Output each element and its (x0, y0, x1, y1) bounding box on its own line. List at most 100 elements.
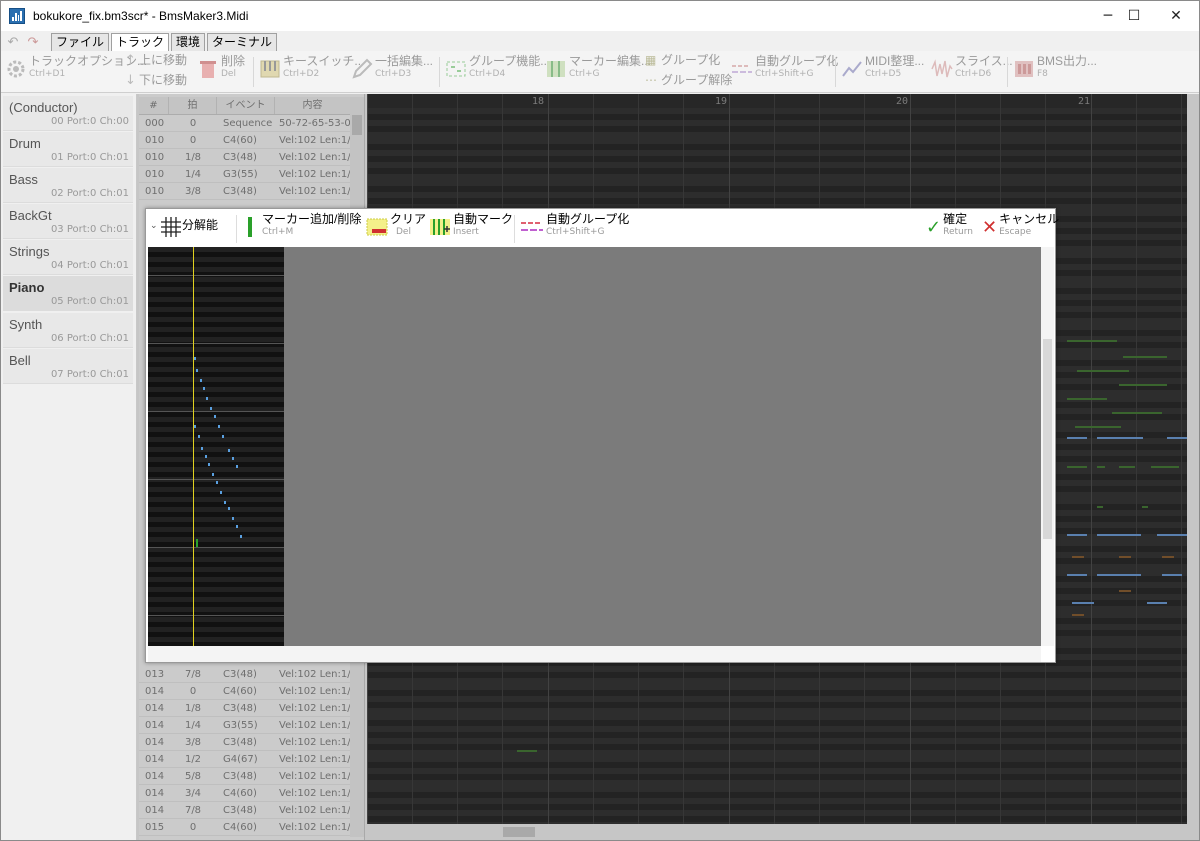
menu-tab-track[interactable]: トラック (111, 33, 170, 51)
track-info: 03 Port:0 Ch:01 (50, 224, 129, 235)
auto-mark-button[interactable]: 自動マーク Insert (429, 212, 513, 244)
preview-note (232, 517, 234, 520)
clear-button[interactable]: クリア Del (366, 212, 426, 244)
menu-tab-environment[interactable]: 環境 (171, 33, 206, 51)
track-name: Bell (9, 353, 31, 368)
track-item-bass[interactable]: Bass 02 Port:0 Ch:01 (3, 168, 133, 203)
keyboard-icon (260, 60, 280, 78)
preview-note (236, 465, 238, 468)
track-item-strings[interactable]: Strings 04 Port:0 Ch:01 (3, 240, 133, 275)
title-bar: bokukore_fix.bm3scr* - BmsMaker3.Midi ─ … (1, 1, 1199, 31)
bulk-edit-button[interactable]: 一括編集... Ctrl+D3 (351, 54, 433, 90)
dialog-toolbar-divider (514, 215, 515, 243)
bms-output-button[interactable]: BMS出力... F8 (1013, 54, 1097, 90)
add-remove-marker-shortcut: Ctrl+M (262, 227, 294, 237)
add-remove-marker-button[interactable]: マーカー追加/削除 Ctrl+M (242, 212, 361, 244)
undo-icon[interactable]: ↶ (5, 35, 21, 51)
scrollbar-thumb[interactable] (1043, 339, 1052, 539)
delete-shortcut: Del (221, 69, 236, 79)
group-function-label: グループ機能... (469, 54, 551, 68)
maximize-button[interactable]: ☐ (1111, 1, 1157, 31)
confirm-label: 確定 (943, 212, 968, 226)
delete-button[interactable]: 削除 Del (197, 54, 245, 90)
ungroup-button[interactable]: ⋯ グループ解除 (645, 73, 732, 91)
bms-output-label: BMS出力... (1037, 54, 1098, 68)
track-item-backgt[interactable]: BackGt 03 Port:0 Ch:01 (3, 204, 133, 239)
dialog-vertical-scrollbar[interactable] (1041, 247, 1054, 646)
group-function-button[interactable]: グループ機能... Ctrl+D4 (445, 54, 550, 90)
track-item-conductor[interactable]: (Conductor) 00 Port:0 Ch:00 (3, 96, 133, 131)
auto-group-dialog-button[interactable]: 自動グループ化 Ctrl+Shift+G (520, 212, 629, 244)
track-info: 06 Port:0 Ch:01 (50, 333, 129, 344)
confirm-button[interactable]: ✓ 確定 Return (926, 212, 973, 244)
menu-bar: ↶ ↷ ファイル トラック 環境 ターミナル (1, 31, 1199, 51)
pencil-icon (352, 58, 373, 79)
gear-icon (7, 60, 25, 78)
menu-tab-terminal[interactable]: ターミナル (207, 33, 278, 51)
auto-group-button[interactable]: 自動グループ化 Ctrl+Shift+G (731, 54, 838, 90)
move-down-label: 下に移動 (139, 73, 188, 87)
toolbar-divider (835, 57, 836, 87)
delete-label: 削除 (221, 54, 246, 68)
track-info: 02 Port:0 Ch:01 (50, 188, 129, 199)
move-up-button[interactable]: ↑ 上に移動 (125, 53, 187, 71)
marker-editor-dialog: ⌄ 分解能 マーカー追加/削除 Ctrl+M クリア Del 自動マーク Insert… (145, 208, 1059, 663)
marker-edit-label: マーカー編集... (569, 54, 652, 68)
marker-preview-roll[interactable] (148, 247, 284, 646)
cancel-shortcut: Escape (999, 227, 1032, 237)
preview-note (201, 447, 203, 450)
preview-note (228, 507, 230, 510)
clear-icon (366, 218, 388, 236)
preview-note (210, 407, 212, 410)
playback-marker[interactable] (193, 247, 194, 646)
waveform-icon (931, 59, 953, 78)
app-icon (9, 8, 25, 24)
slice-label: スライス... (955, 54, 1013, 68)
menu-tab-file[interactable]: ファイル (51, 33, 110, 51)
bulk-edit-shortcut: Ctrl+D3 (375, 69, 412, 79)
track-info: 01 Port:0 Ch:01 (50, 152, 129, 163)
slice-button[interactable]: スライス... Ctrl+D6 (931, 54, 1013, 90)
preview-note (224, 501, 226, 504)
track-item-drum[interactable]: Drum 01 Port:0 Ch:01 (3, 132, 133, 167)
cancel-x-icon: ✕ (982, 217, 998, 238)
redo-icon[interactable]: ↷ (25, 35, 41, 51)
preview-note (218, 425, 220, 428)
preview-divider (148, 615, 284, 616)
preview-note (232, 457, 234, 460)
group-icon (446, 61, 466, 77)
preview-divider (148, 275, 284, 276)
resolution-dropdown[interactable]: ⌄ 分解能 (150, 212, 218, 244)
group-label: グループ化 (661, 53, 721, 67)
trash-icon (200, 61, 216, 78)
track-item-bell[interactable]: Bell 07 Port:0 Ch:01 (3, 349, 133, 384)
track-name: Strings (9, 244, 50, 259)
cancel-button[interactable]: ✕ キャンセル Escape (982, 212, 1059, 244)
track-item-piano[interactable]: Piano 05 Port:0 Ch:01 (3, 276, 133, 311)
group-function-shortcut: Ctrl+D4 (469, 69, 506, 79)
close-button[interactable]: ✕ (1153, 1, 1199, 31)
group-button[interactable]: ▦ グループ化 (645, 53, 720, 71)
preview-divider (148, 411, 284, 412)
track-item-synth[interactable]: Synth 06 Port:0 Ch:01 (3, 313, 133, 348)
auto-group-label: 自動グループ化 (755, 54, 839, 68)
midi-arrange-label: MIDI整理... (865, 54, 925, 68)
midi-arrange-icon (842, 61, 862, 77)
move-down-button[interactable]: ↓ 下に移動 (125, 73, 187, 91)
auto-group-dialog-shortcut: Ctrl+Shift+G (546, 227, 605, 237)
track-info: 04 Port:0 Ch:01 (50, 260, 129, 271)
marker-edit-button[interactable]: マーカー編集... Ctrl+G (545, 54, 651, 90)
app-window: bokukore_fix.bm3scr* - BmsMaker3.Midi ─ … (0, 0, 1200, 841)
midi-arrange-button[interactable]: MIDI整理... Ctrl+D5 (841, 54, 924, 90)
cancel-label: キャンセル (999, 212, 1060, 226)
auto-mark-icon (430, 219, 450, 235)
marker-canvas[interactable] (148, 247, 1041, 646)
bms-output-shortcut: F8 (1037, 69, 1048, 79)
confirm-shortcut: Return (943, 227, 973, 237)
key-switch-button[interactable]: キースイッチ... Ctrl+D2 (259, 54, 364, 90)
auto-mark-shortcut: Insert (453, 227, 479, 237)
auto-group-icon (521, 222, 543, 231)
preview-note (214, 415, 216, 418)
preview-divider (148, 343, 284, 344)
dialog-horizontal-scrollbar[interactable] (148, 646, 1041, 662)
